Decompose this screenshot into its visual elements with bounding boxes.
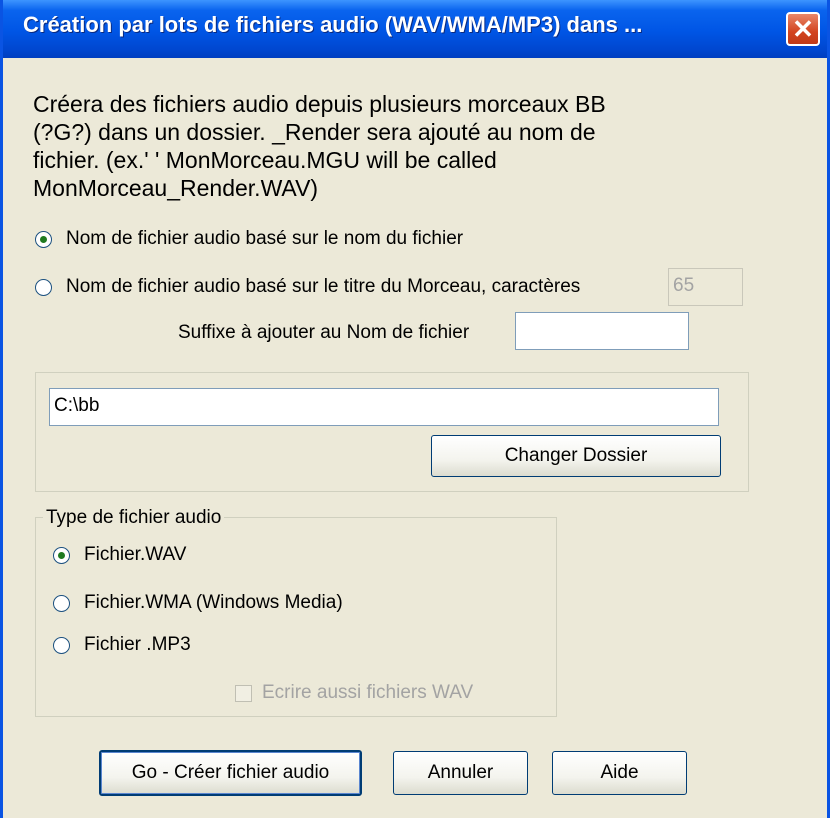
radio-button[interactable]: [53, 636, 70, 654]
also-wav-checkbox: [235, 684, 252, 702]
chars-count-field[interactable]: 65: [668, 268, 743, 306]
radio-mp3-label: Fichier .MP3: [84, 634, 191, 655]
also-wav-label: Ecrire aussi fichiers WAV: [262, 682, 474, 703]
audio-type-legend: Type de fichier audio: [43, 507, 225, 529]
radio-wav-option[interactable]: Fichier.WAV: [53, 544, 186, 566]
intro-line: MonMorceau_Render.WAV): [33, 175, 319, 201]
suffix-field[interactable]: [515, 312, 689, 350]
intro-line: (?G?) dans un dossier. _Render sera ajou…: [33, 119, 596, 145]
radio-filename-label: Nom de fichier audio basé sur le nom du …: [66, 228, 464, 249]
intro-line: Créera des fichiers audio depuis plusieu…: [33, 91, 606, 117]
radio-button[interactable]: [35, 230, 52, 248]
change-folder-button[interactable]: Changer Dossier: [431, 435, 721, 477]
cancel-button[interactable]: Annuler: [393, 751, 528, 795]
suffix-label: Suffixe à ajouter au Nom de fichier: [178, 322, 470, 343]
dialog-window: Création par lots de fichiers audio (WAV…: [0, 0, 830, 818]
also-wav-checkbox-row: Ecrire aussi fichiers WAV: [235, 682, 473, 704]
create-audio-button[interactable]: Go - Créer fichier audio: [99, 750, 362, 796]
radio-wma-option[interactable]: Fichier.WMA (Windows Media): [53, 592, 343, 614]
radio-wav-label: Fichier.WAV: [84, 544, 187, 565]
radio-button[interactable]: [53, 546, 70, 564]
radio-title-option[interactable]: Nom de fichier audio basé sur le titre d…: [35, 276, 667, 298]
radio-wma-label: Fichier.WMA (Windows Media): [84, 592, 343, 613]
radio-title-label: Nom de fichier audio basé sur le titre d…: [66, 276, 581, 297]
close-button[interactable]: ✕: [786, 12, 820, 46]
intro-line: fichier. (ex.' ' MonMorceau.MGU will be …: [33, 147, 497, 173]
dialog-title: Création par lots de fichiers audio (WAV…: [23, 12, 643, 37]
folder-path-field[interactable]: C:\bb: [49, 388, 719, 426]
radio-button[interactable]: [53, 594, 70, 612]
close-icon: ✕: [792, 14, 814, 44]
radio-mp3-option[interactable]: Fichier .MP3: [53, 634, 191, 656]
radio-filename-option[interactable]: Nom de fichier audio basé sur le nom du …: [35, 228, 463, 250]
radio-button[interactable]: [35, 278, 52, 296]
intro-text: Créera des fichiers audio depuis plusieu…: [33, 90, 733, 202]
title-bar[interactable]: Création par lots de fichiers audio (WAV…: [3, 0, 827, 58]
help-button[interactable]: Aide: [552, 751, 687, 795]
